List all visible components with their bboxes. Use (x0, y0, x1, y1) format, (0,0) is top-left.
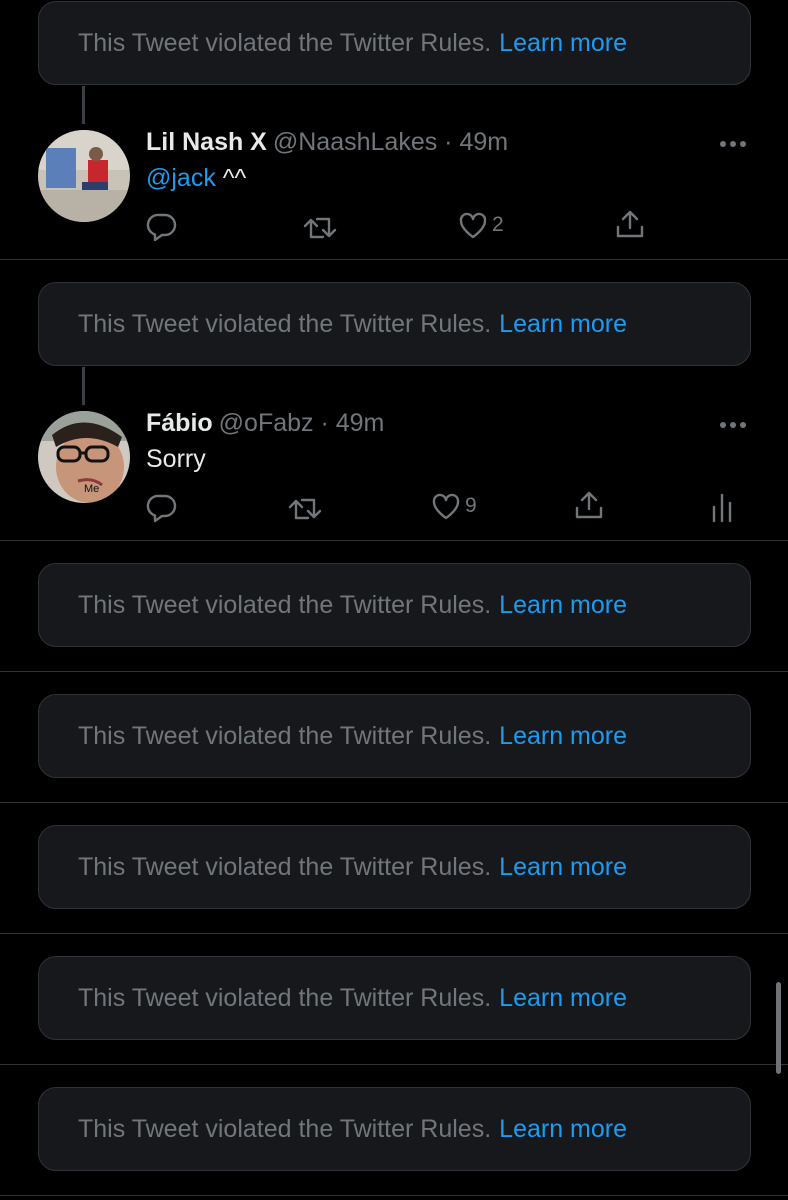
reply-icon[interactable] (146, 493, 178, 523)
violation-notice: This Tweet violated the Twitter Rules. L… (38, 563, 751, 647)
tweet-text: @jack ^^ (146, 164, 246, 193)
retweet-icon[interactable] (302, 213, 338, 243)
learn-more-link[interactable]: Learn more (499, 29, 627, 58)
tweet-header: Lil Nash X @NaashLakes · 49m (146, 128, 508, 157)
retweet-icon[interactable] (287, 494, 323, 524)
divider (0, 1195, 788, 1196)
more-icon[interactable] (720, 140, 748, 148)
avatar[interactable]: Me (38, 411, 130, 503)
handle-time[interactable]: @oFabz · 49m (219, 409, 385, 437)
like-button[interactable]: 9 (431, 492, 477, 520)
violation-notice: This Tweet violated the Twitter Rules. L… (38, 694, 751, 778)
mention-link[interactable]: @jack (146, 164, 216, 192)
divider (0, 933, 788, 934)
violation-text: This Tweet violated the Twitter Rules. (78, 590, 492, 619)
scrollbar[interactable] (776, 982, 781, 1074)
violation-notice: This Tweet violated the Twitter Rules. L… (38, 956, 751, 1040)
tweet-text: Sorry (146, 445, 206, 474)
like-icon (432, 493, 460, 520)
violation-notice: This Tweet violated the Twitter Rules. L… (38, 825, 751, 909)
avatar-caption: Me (84, 483, 100, 495)
divider (0, 259, 788, 260)
violation-notice: This Tweet violated the Twitter Rules. L… (38, 282, 751, 366)
divider (0, 802, 788, 803)
violation-text: This Tweet violated the Twitter Rules. (78, 721, 492, 750)
analytics-icon[interactable] (710, 491, 734, 523)
display-name[interactable]: Lil Nash X (146, 128, 267, 156)
learn-more-link[interactable]: Learn more (499, 853, 627, 882)
handle-time[interactable]: @NaashLakes · 49m (273, 128, 508, 156)
learn-more-link[interactable]: Learn more (499, 1115, 627, 1144)
violation-text: This Tweet violated the Twitter Rules. (78, 28, 492, 57)
reply-icon[interactable] (146, 212, 178, 242)
like-icon (459, 212, 487, 239)
learn-more-link[interactable]: Learn more (499, 310, 627, 339)
violation-text: This Tweet violated the Twitter Rules. (78, 309, 492, 338)
thread-line (82, 367, 85, 405)
violation-notice: This Tweet violated the Twitter Rules. L… (38, 1087, 751, 1171)
violation-text: This Tweet violated the Twitter Rules. (78, 852, 492, 881)
more-icon[interactable] (720, 421, 748, 429)
like-count: 2 (492, 213, 504, 236)
learn-more-link[interactable]: Learn more (499, 722, 627, 751)
learn-more-link[interactable]: Learn more (499, 591, 627, 620)
display-name[interactable]: Fábio (146, 409, 213, 437)
like-count: 9 (465, 494, 477, 517)
share-icon[interactable] (573, 489, 605, 521)
divider (0, 540, 788, 541)
tweet-header: Fábio @oFabz · 49m (146, 409, 384, 438)
tweet-text-content: Sorry (146, 445, 206, 473)
share-icon[interactable] (614, 208, 646, 240)
violation-notice: This Tweet violated the Twitter Rules. L… (38, 1, 751, 85)
violation-text: This Tweet violated the Twitter Rules. (78, 1114, 492, 1143)
learn-more-link[interactable]: Learn more (499, 984, 627, 1013)
violation-text: This Tweet violated the Twitter Rules. (78, 983, 492, 1012)
divider (0, 671, 788, 672)
like-button[interactable]: 2 (458, 211, 504, 239)
tweet-text-content: ^^ (215, 164, 247, 192)
thread-line (82, 86, 85, 124)
divider (0, 1064, 788, 1065)
avatar[interactable] (38, 130, 130, 222)
